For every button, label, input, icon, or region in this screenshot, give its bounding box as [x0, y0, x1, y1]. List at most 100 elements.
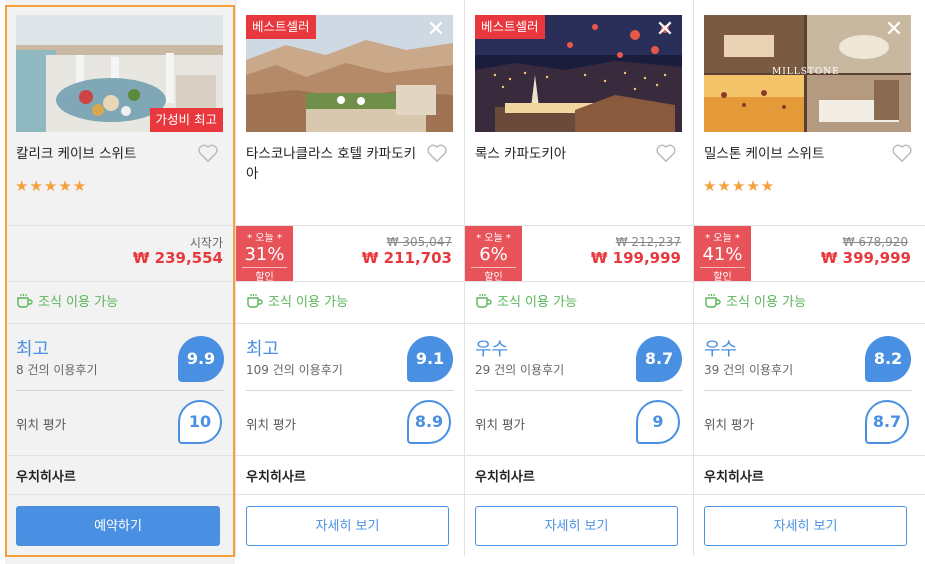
- divider: [16, 390, 224, 391]
- divider: [5, 323, 235, 324]
- divider: [475, 390, 683, 391]
- hotel-card-2[interactable]: 베스트셀러 ✕ 타스코나클라스 호텔 카파도키아 * 오늘 * 31% 할인 ₩…: [236, 0, 464, 564]
- location-score-badge: 8.7: [865, 400, 909, 444]
- coffee-cup-icon: [705, 293, 721, 308]
- price: ₩ 239,554: [132, 249, 223, 267]
- star-rating: ★★★★★: [703, 177, 776, 195]
- review-count[interactable]: 29 건의 이용후기: [475, 361, 564, 378]
- hotel-photo[interactable]: 가성비 최고: [16, 15, 223, 132]
- hotel-card-3[interactable]: 베스트셀러 ✕ 록스 카파도키아 * 오늘 * 6% 할인 ₩ 212,237 …: [465, 0, 693, 564]
- deal-today-label: * 오늘 *: [705, 233, 740, 244]
- original-price: ₩ 678,920: [842, 235, 908, 249]
- price: ₩ 211,703: [361, 249, 452, 267]
- deal-percent: 41%: [702, 244, 743, 265]
- hotel-name[interactable]: 칼리크 케이브 스위트: [16, 144, 196, 164]
- breakfast-label: 조식 이용 가능: [38, 295, 119, 310]
- coffee-cup-icon: [247, 293, 263, 308]
- heart-icon[interactable]: [655, 143, 677, 163]
- deal-badge: * 오늘 * 41% 할인: [694, 226, 751, 283]
- close-icon[interactable]: ✕: [883, 19, 905, 41]
- divider: [236, 281, 464, 282]
- score-badge: 8.2: [865, 336, 911, 382]
- value-badge: 가성비 최고: [149, 108, 223, 132]
- deal-percent: 31%: [244, 244, 285, 265]
- review-count[interactable]: 8 건의 이용후기: [16, 361, 98, 378]
- divider: [5, 455, 235, 456]
- bestseller-badge: 베스트셀러: [475, 15, 545, 39]
- divider: [236, 323, 464, 324]
- location-label: 위치 평가: [16, 417, 66, 432]
- hotel-photo[interactable]: 베스트셀러 ✕: [246, 15, 453, 132]
- divider: [236, 455, 464, 456]
- review-count[interactable]: 109 건의 이용후기: [246, 361, 343, 378]
- heart-icon[interactable]: [891, 143, 913, 163]
- view-details-button[interactable]: 자세히 보기: [704, 506, 907, 546]
- deal-today-label: * 오늘 *: [476, 233, 511, 244]
- area-name: 우치히사르: [246, 470, 306, 485]
- hotel-photo[interactable]: 베스트셀러 ✕: [475, 15, 682, 132]
- divider: [465, 281, 693, 282]
- coffee-cup-icon: [17, 293, 33, 308]
- score-badge: 8.7: [636, 336, 682, 382]
- heart-icon[interactable]: [197, 143, 219, 163]
- original-price: ₩ 305,047: [386, 235, 452, 249]
- original-price: ₩ 212,237: [615, 235, 681, 249]
- breakfast-label: 조식 이용 가능: [497, 295, 578, 310]
- view-details-button[interactable]: 자세히 보기: [246, 506, 449, 546]
- deal-percent: 6%: [479, 244, 508, 265]
- rating-word: 최고: [246, 339, 280, 360]
- divider: [5, 494, 235, 495]
- divider: [465, 323, 693, 324]
- heart-icon[interactable]: [426, 143, 448, 163]
- breakfast-info: 조식 이용 가능: [246, 291, 348, 310]
- star-rating: ★★★★★: [15, 177, 88, 195]
- breakfast-label: 조식 이용 가능: [726, 295, 807, 310]
- deal-today-label: * 오늘 *: [247, 233, 282, 244]
- hotel-name[interactable]: 록스 카파도키아: [475, 144, 655, 164]
- divider: [5, 225, 235, 226]
- rating-word: 최고: [16, 339, 50, 360]
- location-score-badge: 9: [636, 400, 680, 444]
- score-badge: 9.1: [407, 336, 453, 382]
- review-count[interactable]: 39 건의 이용후기: [704, 361, 793, 378]
- divider: [694, 455, 925, 456]
- breakfast-info: 조식 이용 가능: [475, 291, 577, 310]
- breakfast-label: 조식 이용 가능: [268, 295, 349, 310]
- location-label: 위치 평가: [704, 417, 754, 432]
- price: ₩ 399,999: [820, 249, 911, 267]
- location-label: 위치 평가: [246, 417, 296, 432]
- hotel-logo-text: MILLSTONE: [772, 67, 840, 77]
- breakfast-info: 조식 이용 가능: [704, 291, 806, 310]
- location-score-badge: 8.9: [407, 400, 451, 444]
- view-details-button[interactable]: 자세히 보기: [475, 506, 678, 546]
- area-name: 우치히사르: [16, 470, 76, 485]
- divider: [694, 494, 925, 495]
- location-score-badge: 10: [178, 400, 222, 444]
- divider: [704, 390, 912, 391]
- bestseller-badge: 베스트셀러: [246, 15, 316, 39]
- location-label: 위치 평가: [475, 417, 525, 432]
- hotel-card-4[interactable]: MILLSTONE ✕ 밀스톤 케이브 스위트 ★★★★★ * 오늘 * 41%…: [694, 0, 925, 564]
- divider: [465, 455, 693, 456]
- divider: [246, 390, 454, 391]
- rating-word: 우수: [475, 339, 509, 360]
- divider: [236, 494, 464, 495]
- area-name: 우치히사르: [704, 470, 764, 485]
- deal-badge: * 오늘 * 6% 할인: [465, 226, 522, 283]
- hotel-name[interactable]: 밀스톤 케이브 스위트: [704, 144, 884, 164]
- coffee-cup-icon: [476, 293, 492, 308]
- hotel-card-1[interactable]: 가성비 최고 칼리크 케이브 스위트 ★★★★★ 시작가 ₩ 239,554 조…: [5, 0, 235, 564]
- breakfast-info: 조식 이용 가능: [16, 291, 118, 310]
- close-icon[interactable]: ✕: [654, 19, 676, 41]
- divider: [465, 494, 693, 495]
- hotel-photo[interactable]: MILLSTONE ✕: [704, 15, 911, 132]
- price: ₩ 199,999: [590, 249, 681, 267]
- area-name: 우치히사르: [475, 470, 535, 485]
- divider: [5, 281, 235, 282]
- close-icon[interactable]: ✕: [425, 19, 447, 41]
- deal-badge: * 오늘 * 31% 할인: [236, 226, 293, 283]
- divider: [694, 323, 925, 324]
- book-button[interactable]: 예약하기: [16, 506, 220, 546]
- hotel-name[interactable]: 타스코나클라스 호텔 카파도키아: [246, 144, 426, 184]
- score-badge: 9.9: [178, 336, 224, 382]
